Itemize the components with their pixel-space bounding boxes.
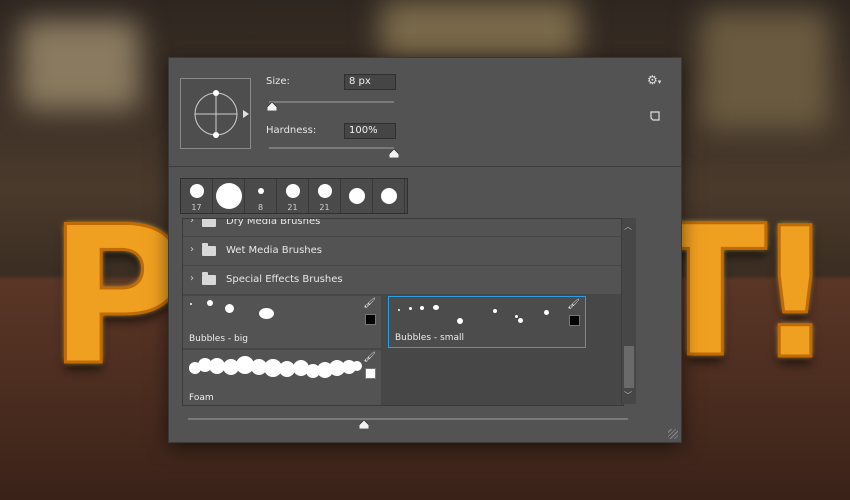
folder-icon xyxy=(202,243,216,256)
brush-tip-dot xyxy=(349,188,365,204)
recent-brush-chip[interactable] xyxy=(213,179,245,213)
brush-size-label: 21 xyxy=(319,203,330,212)
brush-icon: 🖌 xyxy=(567,299,580,310)
recent-brushes-strip: 17 8 21 21 xyxy=(180,178,408,214)
brush-tile-name: Bubbles - big xyxy=(189,334,248,344)
chevron-right-icon: › xyxy=(190,244,194,255)
folder-label: Special Effects Brushes xyxy=(226,274,343,285)
brush-tip-dot xyxy=(286,184,300,198)
new-preset-icon[interactable] xyxy=(649,110,661,122)
divider xyxy=(169,166,681,167)
resize-grip-icon[interactable] xyxy=(668,429,678,439)
background-letter: ! xyxy=(752,189,837,401)
brush-size-label: 17 xyxy=(191,203,202,212)
hardness-field[interactable]: 100% xyxy=(344,123,396,139)
brush-tile-name: Foam xyxy=(189,393,214,403)
brush-tile-name: Bubbles - small xyxy=(395,333,464,343)
brush-angle-icon xyxy=(194,90,238,138)
scroll-down-icon[interactable]: ﹀ xyxy=(624,390,632,401)
background-light xyxy=(380,0,580,60)
background-light xyxy=(20,20,140,110)
folder-icon xyxy=(202,272,216,285)
hardness-slider-thumb[interactable] xyxy=(389,149,399,158)
brush-tip-dot xyxy=(318,184,332,198)
scroll-up-icon[interactable]: ︿ xyxy=(624,221,632,232)
folder-icon xyxy=(202,219,216,227)
brush-size-label: 8 xyxy=(257,203,264,212)
recent-brush-chip[interactable]: 21 xyxy=(309,179,341,213)
preview-size-slider-track[interactable] xyxy=(188,418,628,420)
brush-icon: 🖌 xyxy=(363,352,376,363)
foam-stroke-preview xyxy=(189,356,362,378)
brush-color-swatch xyxy=(569,315,580,326)
brush-size-label: 21 xyxy=(287,203,298,212)
background-light xyxy=(700,10,830,130)
brush-tip-dot xyxy=(258,188,264,194)
recent-brush-chip[interactable]: 21 xyxy=(277,179,309,213)
hardness-slider-track[interactable] xyxy=(269,147,394,149)
brush-preset-panel: Size: 8 px Hardness: 100% ⚙▾ 17 8 21 21 › D… xyxy=(168,57,682,443)
brush-tip-dot xyxy=(216,183,242,209)
folder-wet-media[interactable]: › Wet Media Brushes xyxy=(183,237,623,266)
size-slider-track[interactable] xyxy=(269,101,394,103)
folder-dry-media[interactable]: › Dry Media Brushes xyxy=(183,218,623,237)
preview-size-slider-thumb[interactable] xyxy=(359,420,369,429)
size-slider-thumb[interactable] xyxy=(266,102,277,111)
size-field[interactable]: 8 px xyxy=(344,74,396,90)
folder-label: Wet Media Brushes xyxy=(226,245,322,256)
brush-tip-dot xyxy=(190,184,204,198)
background-letter: P xyxy=(46,185,188,409)
scrollbar-thumb[interactable] xyxy=(624,346,634,388)
expand-arrow-icon[interactable] xyxy=(243,110,249,118)
brush-tip-dot xyxy=(381,188,397,204)
folder-special-effects[interactable]: › Special Effects Brushes xyxy=(183,266,623,295)
brush-tile-bubbles-big[interactable]: 🖌 Bubbles - big xyxy=(183,296,381,348)
chevron-right-icon: › xyxy=(190,273,194,284)
recent-brush-chip[interactable] xyxy=(373,179,405,213)
brush-list-scrollbar[interactable]: ︿ ﹀ xyxy=(621,218,636,404)
size-label: Size: xyxy=(266,76,290,87)
hardness-label: Hardness: xyxy=(266,125,317,136)
brush-list: › Dry Media Brushes › Wet Media Brushes … xyxy=(182,218,624,406)
folder-label: Dry Media Brushes xyxy=(226,218,321,227)
brush-angle-preview[interactable] xyxy=(180,78,251,149)
brush-color-swatch xyxy=(365,314,376,325)
chevron-right-icon: › xyxy=(190,218,194,226)
recent-brush-chip[interactable]: 17 xyxy=(181,179,213,213)
recent-brush-chip[interactable]: 8 xyxy=(245,179,277,213)
brush-tile-bubbles-small[interactable]: 🖌 Bubbles - small xyxy=(388,296,586,348)
brush-tile-foam[interactable]: 🖌 Foam xyxy=(183,350,381,405)
gear-icon[interactable]: ⚙▾ xyxy=(647,73,661,87)
brush-icon: 🖌 xyxy=(363,298,376,309)
recent-brush-chip[interactable] xyxy=(341,179,373,213)
brush-color-swatch xyxy=(365,368,376,379)
